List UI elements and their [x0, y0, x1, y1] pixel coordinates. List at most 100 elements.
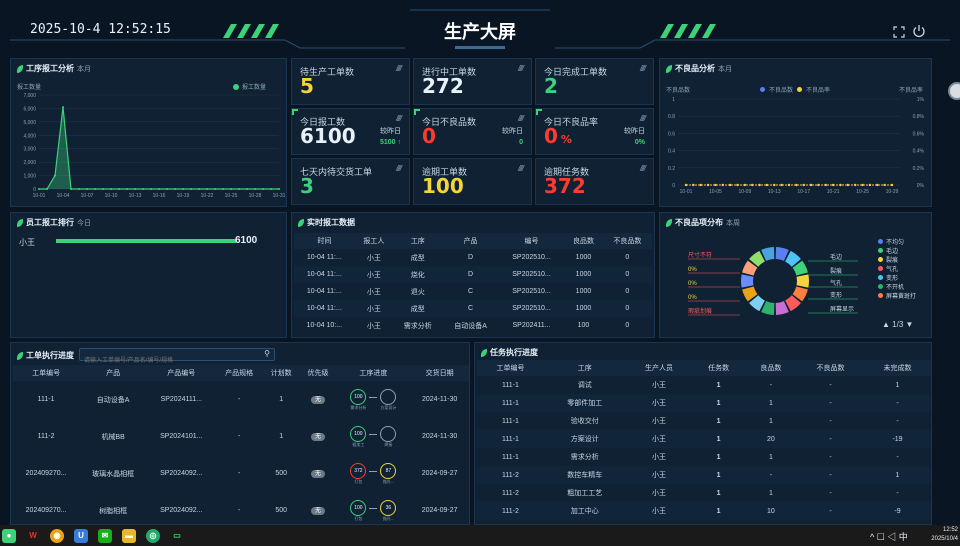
kpi-number: 100: [422, 174, 464, 198]
step-label: 打包: [354, 515, 363, 521]
rate-point: [765, 183, 769, 187]
table-cell: -: [237, 507, 241, 514]
side-avatar-icon[interactable]: [948, 82, 960, 100]
table-row[interactable]: 10-04 10:... 小王 需求分析 自动设备A SP202411... 100 0: [294, 317, 652, 334]
table-cell: 10-04 11:...: [306, 254, 342, 261]
y2-tick-label: 0%: [917, 183, 925, 189]
table-row[interactable]: 10-04 11:... 小王 退火 C SP202510... 1000 0: [294, 283, 652, 300]
legend-item[interactable]: 气孔: [878, 266, 916, 275]
y-tick-label: 1,000: [23, 174, 36, 180]
table-row[interactable]: 111-1 验收交付 小王 1 1 - -: [477, 412, 931, 430]
slice-label-right: 变形: [830, 291, 842, 299]
header-bar: 2025-10-4 12:52:15 生产大屏: [0, 0, 960, 100]
y-tick-label: 1: [672, 97, 675, 103]
column-header: 未完成数: [864, 360, 931, 376]
realtime-panel: 实时报工数据 时间 报工人 工序 产品 编号 良品数 不良品数 10-04 11:... 小王…: [291, 212, 655, 338]
donut-slice: [741, 274, 754, 288]
legend-item[interactable]: 毛边: [878, 248, 916, 257]
ime-indicator[interactable]: 中: [899, 532, 908, 542]
table-cell: 小王: [652, 382, 666, 389]
table-cell: 1: [895, 381, 900, 389]
rate-point: [773, 183, 776, 187]
table-row[interactable]: 10-04 11:... 小王 成型 D SP202510... 1000 0: [294, 249, 652, 266]
app-u-icon[interactable]: U: [74, 528, 88, 543]
defect-dist-legend: 不均匀 毛边 裂痕 气孔 变形 不开机 屏幕黄斑打: [878, 239, 916, 302]
defect-donut-chart: 尺寸不符 0% 0% 0% 瑕疵划痕 毛边裂痕气孔变形屏幕显示: [688, 247, 858, 316]
table-row[interactable]: 10-04 11:... 小王 成型 C SP202510... 1000 0: [294, 300, 652, 317]
defect-line-chart: 0 0% 0.2 0.2% 0.4 0.4% 0.6 0.6% 0.8 0.8% 1 1% 10-01 1…: [668, 97, 925, 195]
table-cell: SP2024092...: [160, 507, 203, 514]
table-cell: 111-2: [37, 433, 55, 440]
workorder-table: 工单编号 产品 产品编号 产品规格 计划数 优先级 工序进度 交货日期 111-1 自动设备A S…: [13, 365, 469, 529]
kpi-card: 七天内待交货工单////3: [291, 158, 410, 205]
table-cell: 1: [716, 381, 721, 389]
chrome-icon[interactable]: ◉: [50, 528, 64, 543]
y2-tick-label: 1%: [917, 97, 925, 103]
table-cell: 0: [625, 322, 630, 329]
x-tick-label: 10-07: [81, 193, 94, 199]
kpi-stripe-icon: ////: [518, 64, 524, 73]
table-cell: 10-04 11:...: [306, 305, 342, 312]
search-icon[interactable]: ⚲: [264, 349, 270, 358]
table-row[interactable]: 111-2 粗加工工艺 小王 1 1 - -: [477, 484, 931, 502]
table-row[interactable]: 111-1 自动设备A SP2024111... - 1 无 100 需求分析 方案设计 2024…: [13, 381, 469, 418]
progress-ring: 100: [350, 499, 367, 516]
tray-icons[interactable]: ^ ☐ ◁ 中: [870, 530, 908, 543]
table-cell: 小王: [366, 305, 381, 313]
fullscreen-icon[interactable]: [893, 25, 905, 38]
table-row[interactable]: 111-2 机械BB SP2024101... - 1 无 100 粗加工 焊接 2024-11-…: [13, 418, 469, 455]
power-icon[interactable]: [912, 24, 926, 38]
table-cell: 0: [625, 254, 630, 261]
legend-item[interactable]: 变形: [878, 275, 916, 284]
legend-item[interactable]: 屏幕黄斑打: [878, 293, 916, 302]
step-connector: [369, 433, 378, 435]
wps-icon[interactable]: W: [26, 529, 40, 543]
card-corner-accent: [292, 109, 298, 115]
legend-item[interactable]: 不开机: [878, 284, 916, 293]
table-row[interactable]: 111-1 零部件加工 小王 1 1 - -: [477, 394, 931, 412]
kpi-stripe-icon: ////: [640, 64, 646, 73]
table-row[interactable]: 111-2 数控车精车 小王 1 - - 1: [477, 466, 931, 484]
wechat-icon[interactable]: ✉: [98, 528, 112, 543]
table-row[interactable]: 111-2 加工中心 小王 1 10 - -9: [477, 502, 931, 520]
leaf-icon: [666, 218, 672, 227]
column-header: 工序: [393, 233, 443, 249]
table-cell: 烧化: [410, 271, 425, 279]
tray-clock[interactable]: 12:52 2025/10/4: [924, 526, 958, 544]
kpi-compare: 较昨日 0: [502, 126, 523, 148]
app-green-icon[interactable]: ◎: [146, 528, 160, 543]
dist-pager[interactable]: ▲ 1/3 ▼: [882, 320, 913, 329]
rate-point: [854, 183, 857, 187]
column-header: 产品: [79, 365, 148, 381]
table-cell: 10: [767, 507, 775, 515]
kpi-value: 0: [422, 124, 436, 148]
table-row[interactable]: 111-1 需求分析 小王 1 1 - -: [477, 448, 931, 466]
table-row[interactable]: 202409270... 树脂相框 SP2024092... - 500 无 100 打包 36…: [13, 492, 469, 529]
table-row[interactable]: 111-1 方案设计 小王 1 20 - -19: [477, 430, 931, 448]
leaf-icon: [17, 64, 23, 73]
table-cell: -: [829, 453, 832, 461]
table-cell: 111-1: [502, 399, 519, 407]
table-row[interactable]: 202409270... 玻璃水晶相框 SP2024092... - 500 无 372 打包…: [13, 455, 469, 492]
progress-value: 36: [385, 504, 392, 511]
legend-item[interactable]: 裂痕: [878, 257, 916, 266]
table-cell: 小王: [652, 418, 666, 425]
monitor-icon[interactable]: ▭: [170, 529, 184, 543]
workorder-search[interactable]: ⚲: [79, 348, 275, 367]
x-tick-label: 10-13: [129, 193, 142, 199]
start-icon[interactable]: ●: [2, 528, 16, 543]
table-row[interactable]: 111-1 调试 小王 1 - - 1: [477, 376, 931, 394]
priority-cell: 无: [300, 381, 337, 418]
table-cell: 1: [716, 507, 721, 515]
column-header: 产品编号: [147, 365, 216, 381]
table-cell: -: [896, 489, 899, 497]
folder-icon[interactable]: ▬: [122, 528, 136, 543]
kpi-number: 6100: [300, 124, 356, 148]
table-cell: -: [896, 453, 899, 461]
legend-item[interactable]: 不均匀: [878, 239, 916, 248]
rate-point: [743, 183, 747, 187]
compare-label: 较昨日: [380, 128, 401, 135]
table-row[interactable]: 10-04 11:... 小王 烧化 D SP202510... 1000 0: [294, 266, 652, 283]
table-cell: 1: [716, 489, 721, 497]
panel-subtitle: 本月: [718, 65, 732, 73]
